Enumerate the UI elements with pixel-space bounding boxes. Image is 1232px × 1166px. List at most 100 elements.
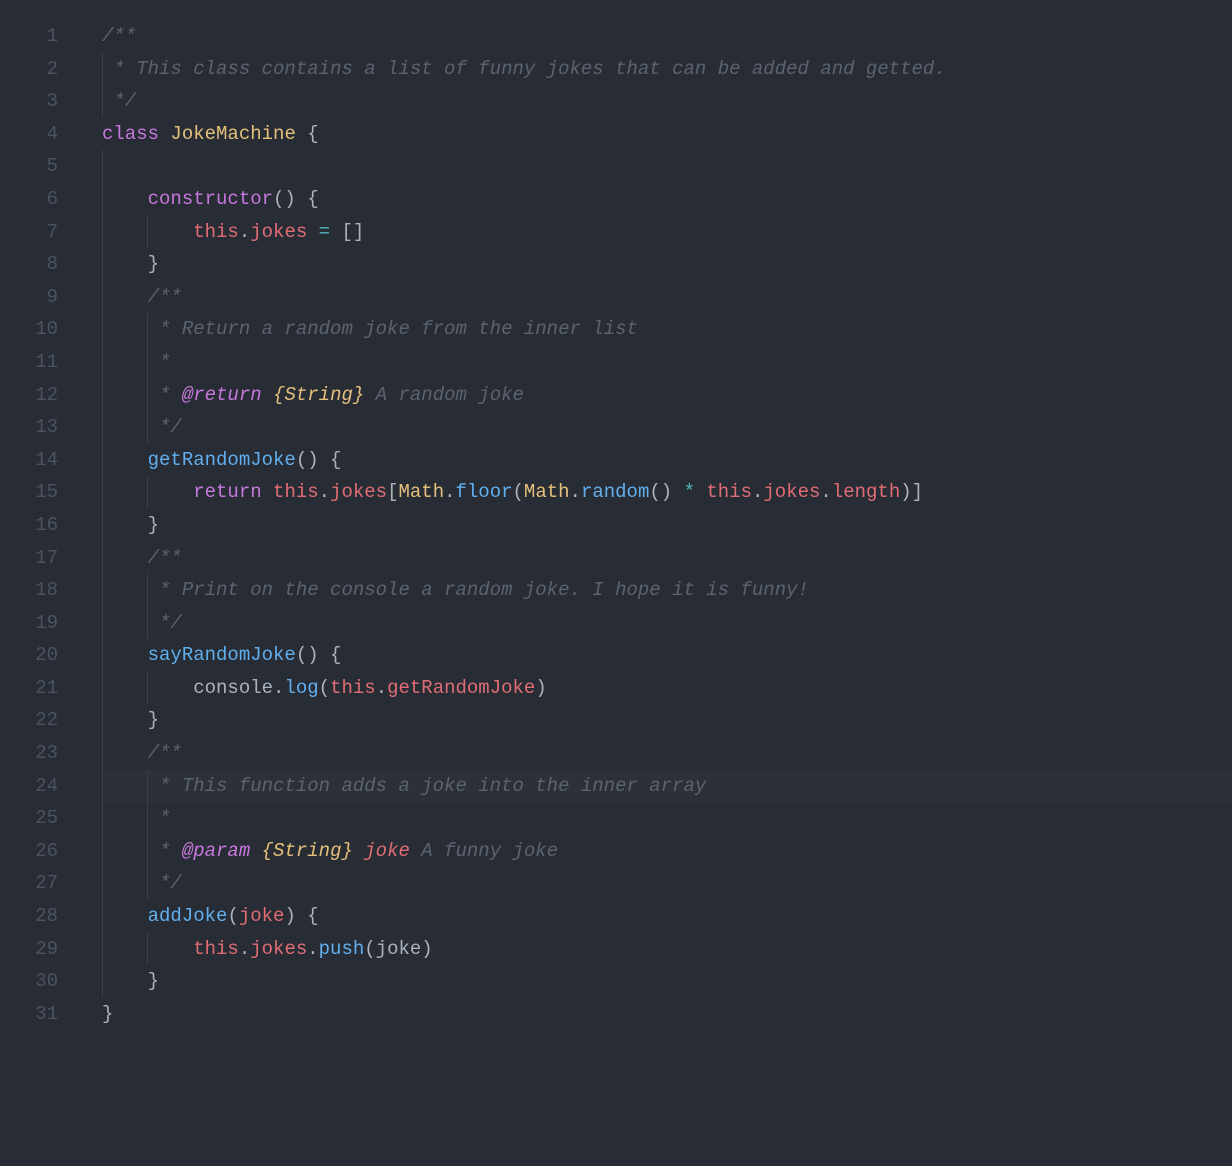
code-token: /** <box>148 547 182 569</box>
code-token: () { <box>296 644 342 666</box>
code-token: . <box>820 481 831 503</box>
code-line[interactable]: this.jokes.push(joke) <box>102 933 1232 966</box>
code-token: this <box>193 221 239 243</box>
code-token: ) { <box>284 905 318 927</box>
code-token: Math <box>398 481 444 503</box>
line-number: 4 <box>0 118 58 151</box>
code-token: { <box>296 123 319 145</box>
code-token: ) <box>535 677 546 699</box>
code-token: length <box>832 481 900 503</box>
code-line[interactable]: return this.jokes[Math.floor(Math.random… <box>102 476 1232 509</box>
line-number: 7 <box>0 216 58 249</box>
code-line[interactable]: */ <box>102 85 1232 118</box>
line-number: 23 <box>0 737 58 770</box>
line-number: 6 <box>0 183 58 216</box>
code-token: () { <box>273 188 319 210</box>
code-line[interactable]: /** <box>102 20 1232 53</box>
line-number: 9 <box>0 281 58 314</box>
line-number: 1 <box>0 20 58 53</box>
code-token: this <box>706 481 752 503</box>
code-line[interactable]: console.log(this.getRandomJoke) <box>102 672 1232 705</box>
code-line[interactable]: constructor() { <box>102 183 1232 216</box>
code-line[interactable]: } <box>102 998 1232 1031</box>
code-token: this <box>330 677 376 699</box>
line-number: 22 <box>0 704 58 737</box>
code-token: ( <box>513 481 524 503</box>
code-token: } <box>148 514 159 536</box>
code-token: push <box>319 938 365 960</box>
code-line[interactable]: * Return a random joke from the inner li… <box>102 313 1232 346</box>
code-line[interactable]: } <box>102 704 1232 737</box>
code-line[interactable]: class JokeMachine { <box>102 118 1232 151</box>
code-token <box>307 221 318 243</box>
code-line[interactable]: addJoke(joke) { <box>102 900 1232 933</box>
code-line[interactable]: /** <box>102 542 1232 575</box>
code-token: constructor <box>148 188 273 210</box>
line-number: 8 <box>0 248 58 281</box>
code-token: . <box>307 938 318 960</box>
code-token: * This class contains a list of funny jo… <box>102 58 946 80</box>
line-number: 31 <box>0 998 58 1031</box>
code-line[interactable]: */ <box>102 607 1232 640</box>
code-token: @param <box>182 840 250 862</box>
code-token: Math <box>524 481 570 503</box>
code-line[interactable] <box>102 150 1232 183</box>
code-line[interactable]: * This function adds a joke into the inn… <box>102 770 1232 803</box>
code-line[interactable]: getRandomJoke() { <box>102 444 1232 477</box>
code-line[interactable]: /** <box>102 737 1232 770</box>
code-token: ( <box>364 938 375 960</box>
code-token: . <box>752 481 763 503</box>
line-number: 19 <box>0 607 58 640</box>
code-token: */ <box>102 90 136 112</box>
code-editor[interactable]: /** * This class contains a list of funn… <box>82 0 1232 1166</box>
code-token: . <box>444 481 455 503</box>
code-token: * <box>148 351 171 373</box>
line-number: 27 <box>0 867 58 900</box>
code-line[interactable]: */ <box>102 867 1232 900</box>
code-token: joke <box>364 840 410 862</box>
code-token: . <box>239 938 250 960</box>
code-token: )] <box>900 481 923 503</box>
line-number: 14 <box>0 444 58 477</box>
code-token: jokes <box>763 481 820 503</box>
line-number: 18 <box>0 574 58 607</box>
line-number: 20 <box>0 639 58 672</box>
code-token: floor <box>456 481 513 503</box>
code-token: ) <box>421 938 432 960</box>
line-number: 3 <box>0 85 58 118</box>
code-token: */ <box>148 612 182 634</box>
code-token: log <box>284 677 318 699</box>
line-number: 21 <box>0 672 58 705</box>
code-token: @return <box>182 384 262 406</box>
code-token: getRandomJoke <box>148 449 296 471</box>
code-line[interactable]: * <box>102 802 1232 835</box>
code-token <box>262 481 273 503</box>
code-line[interactable]: /** <box>102 281 1232 314</box>
code-token: sayRandomJoke <box>148 644 296 666</box>
code-line[interactable]: * Print on the console a random joke. I … <box>102 574 1232 607</box>
code-token <box>353 840 364 862</box>
code-line[interactable]: } <box>102 509 1232 542</box>
code-line[interactable]: * @param {String} joke A funny joke <box>102 835 1232 868</box>
code-token: () <box>649 481 683 503</box>
code-line[interactable]: * @return {String} A random joke <box>102 379 1232 412</box>
code-line[interactable]: * <box>102 346 1232 379</box>
code-token: jokes <box>250 938 307 960</box>
line-number: 28 <box>0 900 58 933</box>
code-line[interactable]: } <box>102 248 1232 281</box>
line-number: 26 <box>0 835 58 868</box>
code-token: . <box>376 677 387 699</box>
code-token: } <box>148 709 159 731</box>
code-line[interactable]: * This class contains a list of funny jo… <box>102 53 1232 86</box>
code-line[interactable]: */ <box>102 411 1232 444</box>
code-token: this <box>193 938 239 960</box>
code-token: A random joke <box>364 384 524 406</box>
code-line[interactable]: } <box>102 965 1232 998</box>
code-token: A funny joke <box>410 840 558 862</box>
code-line[interactable]: sayRandomJoke() { <box>102 639 1232 672</box>
code-line[interactable]: this.jokes = [] <box>102 216 1232 249</box>
code-token: jokes <box>250 221 307 243</box>
line-number: 2 <box>0 53 58 86</box>
code-token: . <box>273 677 284 699</box>
line-number: 12 <box>0 379 58 412</box>
